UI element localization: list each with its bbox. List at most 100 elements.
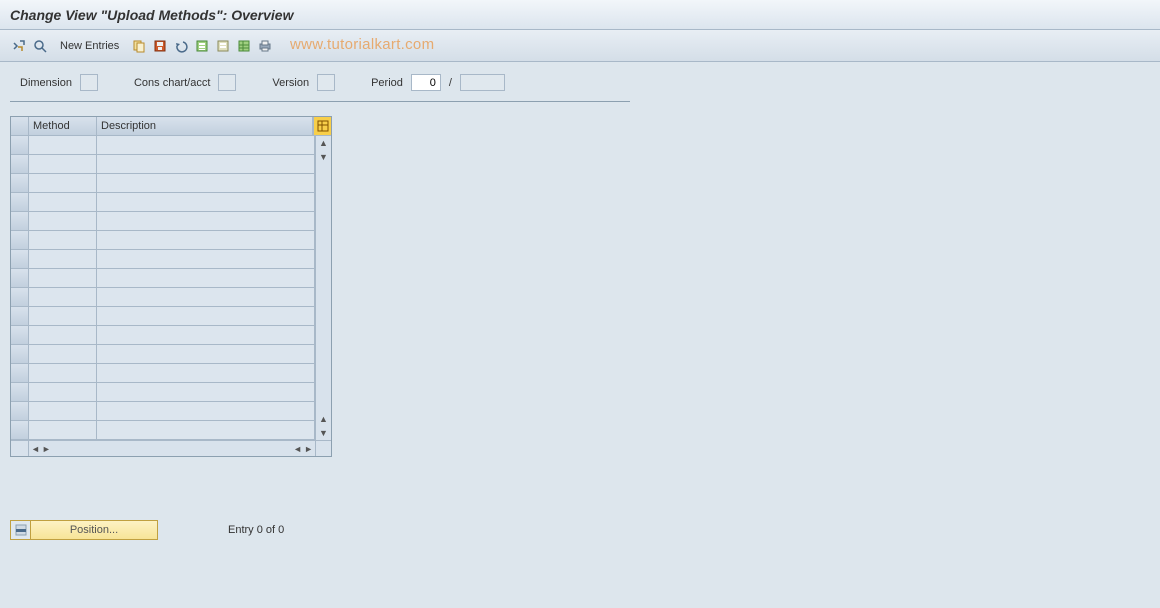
row-selector[interactable]: [11, 269, 29, 287]
cell-description[interactable]: [97, 155, 315, 173]
cell-method[interactable]: [29, 174, 97, 192]
scroll-down-icon[interactable]: ▼: [319, 152, 328, 162]
table-row: [11, 269, 315, 288]
cell-method[interactable]: [29, 155, 97, 173]
table-row: [11, 307, 315, 326]
toggle-display-icon[interactable]: [10, 37, 28, 55]
row-selector[interactable]: [11, 288, 29, 306]
version-input[interactable]: [317, 74, 335, 91]
filter-bar: Dimension Cons chart/acct Version Period…: [10, 62, 630, 102]
period-year-input[interactable]: [460, 74, 505, 91]
row-selector[interactable]: [11, 326, 29, 344]
table-row: [11, 326, 315, 345]
cell-description[interactable]: [97, 174, 315, 192]
col-header-method[interactable]: Method: [29, 117, 97, 135]
cell-method[interactable]: [29, 364, 97, 382]
cell-description[interactable]: [97, 212, 315, 230]
table-row: [11, 288, 315, 307]
vertical-scrollbar[interactable]: ▲ ▼ ▲ ▼: [315, 136, 331, 440]
select-all-icon[interactable]: [193, 37, 211, 55]
scroll-down-icon[interactable]: ▼: [319, 428, 328, 438]
position-label: Position...: [31, 524, 157, 536]
cell-description[interactable]: [97, 383, 315, 401]
row-selector[interactable]: [11, 193, 29, 211]
position-button[interactable]: Position...: [10, 520, 158, 540]
row-selector[interactable]: [11, 345, 29, 363]
row-selector[interactable]: [11, 155, 29, 173]
table-row: [11, 155, 315, 174]
page-title: Change View "Upload Methods": Overview: [10, 7, 293, 23]
cell-description[interactable]: [97, 421, 315, 439]
table-row: [11, 136, 315, 155]
scroll-left-icon[interactable]: ◄: [293, 444, 302, 454]
save-icon[interactable]: [151, 37, 169, 55]
table-view-icon[interactable]: [235, 37, 253, 55]
row-selector[interactable]: [11, 421, 29, 439]
cell-method[interactable]: [29, 231, 97, 249]
cell-description[interactable]: [97, 288, 315, 306]
version-label: Version: [272, 77, 309, 89]
cell-method[interactable]: [29, 345, 97, 363]
row-selector[interactable]: [11, 364, 29, 382]
table-rows: [11, 136, 315, 440]
table-header: Method Description: [11, 117, 331, 136]
scroll-up-icon[interactable]: ▲: [319, 138, 328, 148]
row-selector-header[interactable]: [11, 117, 29, 135]
cell-method[interactable]: [29, 307, 97, 325]
cell-description[interactable]: [97, 231, 315, 249]
cell-method[interactable]: [29, 326, 97, 344]
cell-description[interactable]: [97, 326, 315, 344]
table-row: [11, 193, 315, 212]
cell-description[interactable]: [97, 364, 315, 382]
cell-method[interactable]: [29, 269, 97, 287]
col-header-description[interactable]: Description: [97, 117, 313, 135]
copy-icon[interactable]: [130, 37, 148, 55]
find-icon[interactable]: [31, 37, 49, 55]
row-selector[interactable]: [11, 174, 29, 192]
table-config-icon[interactable]: [313, 117, 331, 135]
title-bar: Change View "Upload Methods": Overview: [0, 0, 1160, 30]
dimension-label: Dimension: [20, 77, 72, 89]
cell-description[interactable]: [97, 345, 315, 363]
row-selector[interactable]: [11, 231, 29, 249]
row-selector[interactable]: [11, 383, 29, 401]
dimension-input[interactable]: [80, 74, 98, 91]
scroll-right-icon[interactable]: ►: [42, 444, 51, 454]
period-input[interactable]: [411, 74, 441, 91]
table-row: [11, 364, 315, 383]
new-entries-button[interactable]: New Entries: [52, 38, 127, 54]
row-selector[interactable]: [11, 307, 29, 325]
table-body: ▲ ▼ ▲ ▼: [11, 136, 331, 440]
cell-method[interactable]: [29, 421, 97, 439]
row-selector[interactable]: [11, 212, 29, 230]
cell-method[interactable]: [29, 250, 97, 268]
scroll-up-icon[interactable]: ▲: [319, 414, 328, 424]
row-selector[interactable]: [11, 250, 29, 268]
entry-count-text: Entry 0 of 0: [228, 524, 284, 536]
cell-description[interactable]: [97, 402, 315, 420]
cell-description[interactable]: [97, 307, 315, 325]
cell-method[interactable]: [29, 193, 97, 211]
cell-method[interactable]: [29, 212, 97, 230]
cons-input[interactable]: [218, 74, 236, 91]
undo-icon[interactable]: [172, 37, 190, 55]
cell-description[interactable]: [97, 193, 315, 211]
cell-description[interactable]: [97, 269, 315, 287]
toolbar: New Entries www.tutorialkart.com: [0, 30, 1160, 62]
deselect-all-icon[interactable]: [214, 37, 232, 55]
cell-method[interactable]: [29, 383, 97, 401]
row-selector[interactable]: [11, 402, 29, 420]
cell-method[interactable]: [29, 402, 97, 420]
scroll-left-icon[interactable]: ◄: [31, 444, 40, 454]
table-row: [11, 402, 315, 421]
cell-method[interactable]: [29, 288, 97, 306]
cell-method[interactable]: [29, 136, 97, 154]
horizontal-scrollbar[interactable]: ◄ ► ◄ ►: [11, 440, 331, 456]
print-icon[interactable]: [256, 37, 274, 55]
scroll-right-icon[interactable]: ►: [304, 444, 313, 454]
cell-description[interactable]: [97, 136, 315, 154]
cell-description[interactable]: [97, 250, 315, 268]
row-selector[interactable]: [11, 136, 29, 154]
table-row: [11, 174, 315, 193]
position-icon: [11, 521, 31, 539]
